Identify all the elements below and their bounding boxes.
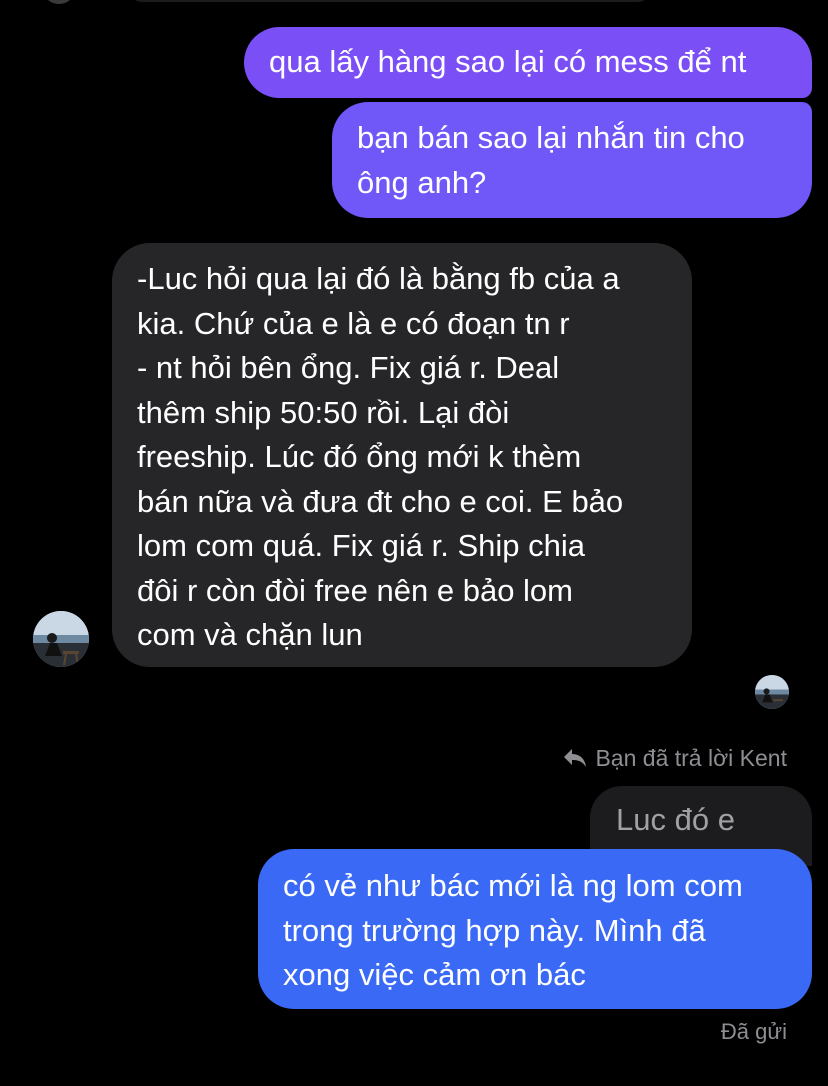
delivery-status: Đã gửi: [720, 1019, 787, 1044]
outgoing-message-bubble[interactable]: qua lấy hàng sao lại có mess để nt: [244, 27, 812, 98]
seen-receipt-avatar: [755, 675, 789, 709]
reply-arrow-icon: [564, 749, 587, 767]
previous-message-partial: [130, 0, 650, 2]
previous-avatar-partial: [44, 0, 74, 4]
reply-context-label: Bạn đã trả lời Kent: [563, 744, 787, 772]
chat-screen: qua lấy hàng sao lại có mess để nt bạn b…: [0, 0, 828, 1086]
reply-note-text: Bạn đã trả lời Kent: [595, 745, 787, 771]
incoming-message-bubble[interactable]: -Luc hỏi qua lại đó là bằng fb của a kia…: [112, 243, 692, 667]
contact-avatar[interactable]: [33, 611, 89, 667]
outgoing-message-bubble[interactable]: bạn bán sao lại nhắn tin cho ông anh?: [332, 102, 812, 218]
outgoing-message-bubble[interactable]: có vẻ như bác mới là ng lom com trong tr…: [258, 849, 812, 1009]
